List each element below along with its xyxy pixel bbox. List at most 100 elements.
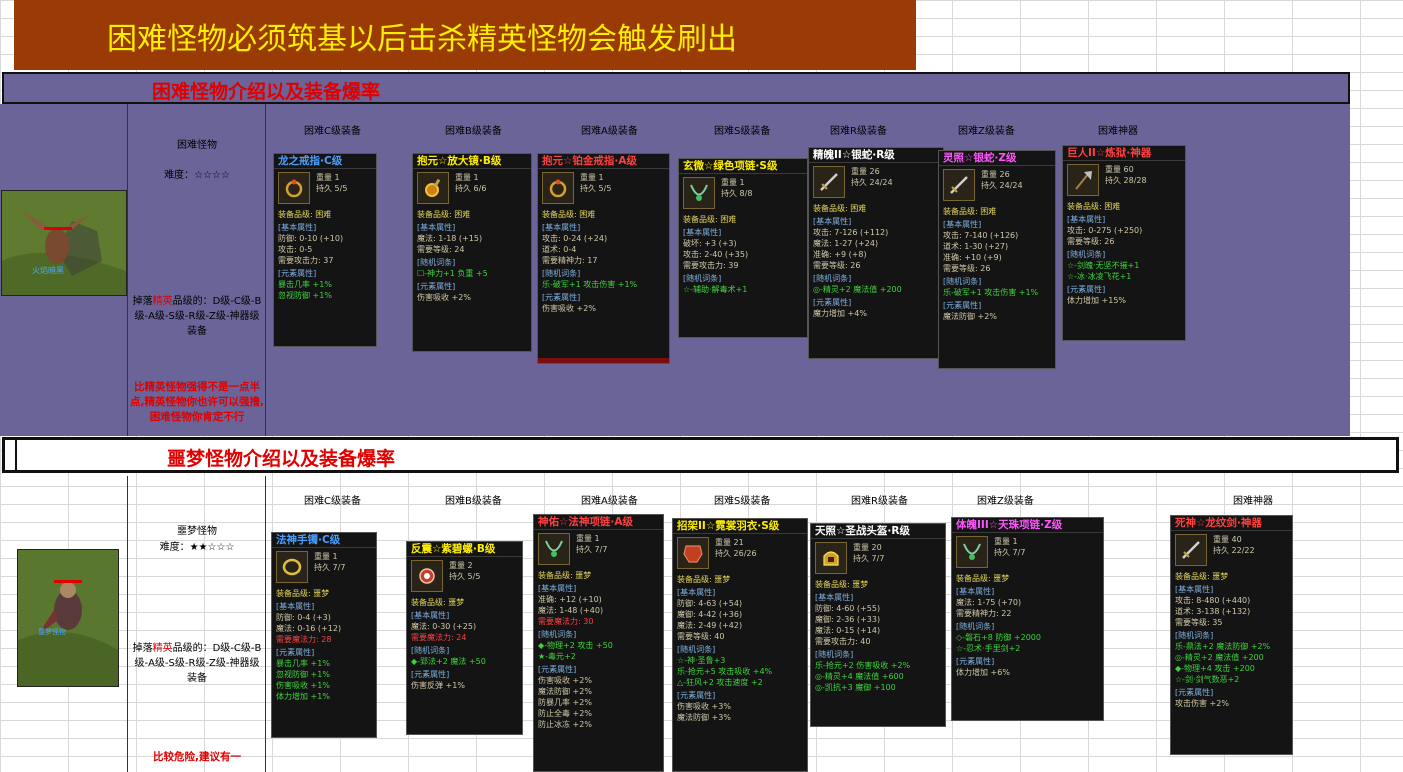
s1-item-card: 龙之戒指·C级 重量 1 持久 5/5 装备品级: 困难 [基本属性] 防御: 0-10 … — [273, 153, 377, 347]
rand-label: [随机词条] — [538, 630, 577, 639]
col-header: 困难Z级装备 — [958, 126, 1015, 137]
s1-item-card: 抱元☆放大镜·B级 重量 1 持久 6/6 装备品级: 困难 [基本属性] 魔法: 1-1… — [412, 153, 532, 352]
rand-line: ◆-物理+2 攻击 +50 — [538, 641, 613, 650]
s1-item-card: 巨人II☆炼狱·神器 重量 60 持久 28/28 装备品级: 困难 [基本属性] 攻击:… — [1062, 145, 1186, 341]
elem-line: 伤害反弹 +1% — [411, 681, 465, 690]
rand-line: ☆-神·圣鲁+3 — [677, 656, 726, 665]
sword-icon — [1175, 534, 1207, 566]
item-header: 重量 1 持久 5/5 — [538, 169, 669, 207]
col-divider — [127, 476, 128, 772]
item-stats: 重量 26 持久 24/24 — [851, 166, 893, 198]
base-label: [基本属性] — [815, 593, 854, 602]
helmet-icon — [815, 542, 847, 574]
element-attributes: [元素属性] 攻击伤害 +2% — [1171, 685, 1292, 709]
col-divider — [265, 476, 266, 772]
item-stats: 重量 1 持久 5/5 — [580, 172, 611, 204]
stat-line: 持久 7/7 — [853, 554, 885, 563]
attr-line: 破坏: +3 (+3) — [683, 239, 737, 248]
monster-image: 火焰暗黑 — [1, 190, 127, 296]
attr-line: 需要魔法力: 24 — [411, 633, 467, 642]
bracelet-icon — [276, 551, 308, 583]
elem-line: 攻击伤害 +2% — [1175, 699, 1229, 708]
stat-line: 重量 1 — [580, 173, 604, 182]
col-header: 困难S级装备 — [714, 126, 771, 137]
element-attributes: [元素属性] 魔法防御 +2% — [939, 298, 1055, 322]
elem-line: 防止冰冻 +2% — [538, 720, 592, 729]
svg-text:噩梦怪物: 噩梦怪物 — [38, 627, 66, 636]
random-attributes: [随机词条] ☐-神力+1 负重 +5 — [413, 255, 531, 279]
random-attributes: [随机词条] ◆-物理+2 攻击 +50 ★-毒元+2 — [534, 627, 663, 662]
rand-line: 暴击几率 +1% — [276, 659, 330, 668]
necklace-icon — [683, 177, 715, 209]
elem-line: 防暴几率 +2% — [538, 698, 592, 707]
attr-line: 魔法: 0-30 (+25) — [411, 622, 477, 631]
section1-title: 困难怪物介绍以及装备爆率 — [152, 81, 381, 103]
base-attributes: [基本属性] 攻击: 7-140 (+126) 道术: 1-30 (+27) 准确: … — [939, 217, 1055, 274]
col-header: 困难C级装备 — [304, 126, 361, 137]
attr-line: 攻击: 7-140 (+126) — [943, 231, 1019, 240]
item-stats: 重量 60 持久 28/28 — [1105, 164, 1147, 196]
item-grade: 装备品级: 噩梦 — [411, 598, 465, 607]
elem-line: 体力增加 +15% — [1067, 296, 1127, 305]
elem-line: 魔力增加 +4% — [813, 309, 867, 318]
base-label: [基本属性] — [411, 611, 450, 620]
attr-line: 攻击: 0-24 (+24) — [542, 234, 608, 243]
s2-item-card: 反震☆紫碧螺·B级 重量 2 持久 5/5 装备品级: 噩梦 [基本属性] 魔法: 0-3… — [406, 541, 523, 735]
elem-line: 伤害吸收 +2% — [542, 304, 596, 313]
stat-line: 重量 1 — [721, 178, 745, 187]
stat-line: 持久 7/7 — [576, 545, 608, 554]
element-attributes: [元素属性] 伤害吸收 +2% — [538, 290, 669, 314]
sword-icon — [943, 169, 975, 201]
drop-prefix: 掉落 — [132, 296, 153, 307]
item-header: 重量 2 持久 5/5 — [407, 557, 522, 595]
random-attributes: [随机词条] 乐-破军+1 攻击伤害 +1% — [939, 274, 1055, 298]
s1-item-card: 玄微☆绿色项链·S级 重量 1 持久 8/8 装备品级: 困难 [基本属性] 破坏: +3… — [678, 158, 808, 338]
stat-line: 持久 24/24 — [981, 181, 1023, 190]
rand-line: 忽视防御 +1% — [276, 670, 330, 679]
item-name: 招架II☆霓裳羽衣·S级 — [673, 519, 807, 534]
section1-header: 困难怪物介绍以及装备爆率 — [2, 72, 1350, 104]
item-stats: 重量 1 持久 5/5 — [316, 172, 347, 204]
attr-line: 需要攻击力: 37 — [278, 256, 334, 265]
rand-label: [元素属性] — [276, 648, 315, 657]
item-grade: 装备品级: 噩梦 — [538, 571, 592, 580]
base-attributes: [基本属性] 攻击: 7-126 (+112) 魔法: 1-27 (+24) 准确: … — [809, 214, 943, 271]
rand-line: ☆-辅助·解毒术+1 — [683, 285, 748, 294]
ring-icon — [278, 172, 310, 204]
rand-label: [随机词条] — [1067, 250, 1106, 259]
s2-item-card: 天照☆圣战头盔·R级 重量 20 持久 7/7 装备品级: 噩梦 [基本属性] 防御: 4… — [810, 523, 946, 727]
elem-line: 伤害吸收 +3% — [677, 702, 731, 711]
stat-line: 持久 7/7 — [994, 548, 1026, 557]
item-header: 重量 1 持久 7/7 — [534, 530, 663, 568]
attr-line: 准确: +9 (+8) — [813, 250, 867, 259]
stat-line: 重量 1 — [455, 173, 479, 182]
rand-label: [随机词条] — [542, 269, 581, 278]
attr-line: 魔法: 1-18 (+15) — [417, 234, 483, 243]
monster1-warning: 比精英怪物强得不是一点半点,精英怪物你也许可以强撸,困难怪物你肯定不行 — [130, 381, 264, 423]
rand-label: [随机词条] — [815, 650, 854, 659]
monster2-warning: 比较危险,建议有一 — [153, 751, 241, 763]
red-strip — [538, 358, 669, 363]
item-stats: 重量 21 持久 26/26 — [715, 537, 757, 569]
ring-icon — [542, 172, 574, 204]
monster1-drop-info: 掉落精英品级的：D级-C级-B级-A级-S级-R级-Z级-神器级装备 — [130, 294, 264, 339]
random-attributes: [元素属性] 暴击几率 +1% 忽视防御 +1% — [274, 266, 376, 301]
col-header: 困难S级装备 — [714, 496, 771, 507]
random-attributes: [随机词条] ◆-郢法+2 魔法 +50 — [407, 643, 522, 667]
base-label: [基本属性] — [956, 587, 995, 596]
rand-label: [随机词条] — [683, 274, 722, 283]
elem-line: 伤害吸收 +2% — [538, 676, 592, 685]
base-attributes: [基本属性] 防御: 4-63 (+54) 魔御: 4-42 (+36) 魔法: 2-… — [673, 585, 807, 642]
magnifier-icon — [417, 172, 449, 204]
random-attributes: [随机词条] 乐-鼎法+2 魔法防御 +2% ◎-精灵+2 魔法值 +200 ◆-物理… — [1171, 628, 1292, 685]
base-attributes: [基本属性] 攻击: 0-275 (+250) 需要等级: 26 — [1063, 212, 1185, 247]
base-label: [基本属性] — [813, 217, 852, 226]
rand-line: 乐-破军+1 攻击伤害 +1% — [542, 280, 638, 289]
stat-line: 重量 1 — [316, 173, 340, 182]
difficulty-stars: ☆☆☆☆ — [194, 170, 230, 181]
base-label: [基本属性] — [542, 223, 581, 232]
col-header: 困难B级装备 — [445, 126, 502, 137]
rand-line: 乐-鼎法+2 魔法防御 +2% — [1175, 642, 1271, 651]
base-label: [基本属性] — [417, 223, 456, 232]
s2-item-card: 法神手镯·C级 重量 1 持久 7/7 装备品级: 噩梦 [基本属性] 防御: 0-4 (… — [271, 532, 377, 738]
